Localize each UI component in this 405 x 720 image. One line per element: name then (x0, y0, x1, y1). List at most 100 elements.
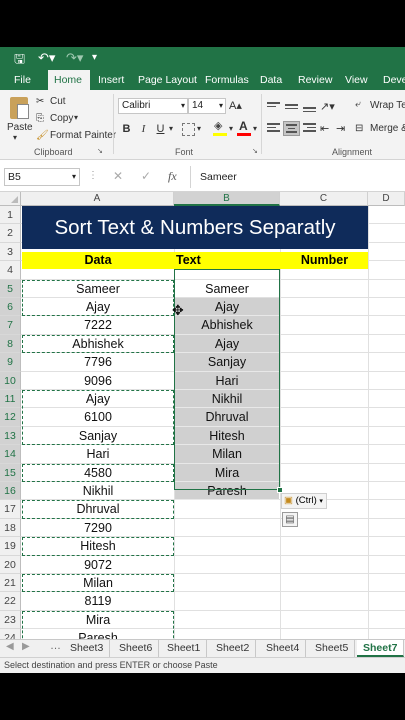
italic-button[interactable]: I (136, 122, 151, 137)
font-name-select[interactable]: Calibri ▾ (118, 98, 188, 114)
more-sheets-icon[interactable]: … (50, 640, 61, 652)
sheet-tab[interactable]: Sheet2 (210, 640, 257, 657)
column-header-c[interactable]: C (280, 192, 368, 206)
paste-options-button[interactable]: ▣ (Ctrl) ▾ (281, 493, 327, 509)
row-header[interactable]: 23 (0, 610, 21, 630)
clipboard-launcher-icon[interactable]: ↘ (97, 147, 103, 155)
cell-a[interactable]: 7222 (22, 316, 174, 334)
font-launcher-icon[interactable]: ↘ (252, 147, 258, 155)
cancel-icon[interactable]: ✕ (113, 169, 123, 183)
row-header[interactable]: 2 (0, 224, 21, 243)
row-header[interactable]: 21 (0, 574, 21, 593)
format-painter-button[interactable]: Format Painter (50, 130, 116, 141)
sheet-tab-active[interactable]: Sheet7 (357, 640, 405, 657)
indent-increase-icon[interactable]: ⇥ (336, 122, 345, 135)
prev-sheet-icon[interactable]: ◀ (6, 641, 14, 652)
paste-dropdown-icon[interactable]: ▾ (13, 133, 17, 142)
save-icon[interactable]: 🖫 (14, 50, 25, 72)
paste-button[interactable]: Paste (7, 122, 33, 133)
indent-decrease-icon[interactable]: ⇤ (320, 122, 329, 135)
column-header-b[interactable]: B (174, 192, 280, 206)
sheet-tab[interactable]: Sheet3 (64, 640, 111, 657)
cut-button[interactable]: Cut (50, 96, 66, 107)
underline-button[interactable]: U (153, 122, 168, 137)
row-header[interactable]: 1 (0, 206, 21, 225)
undo-icon[interactable]: ↶▾ (38, 50, 55, 66)
cell-a[interactable]: 8119 (22, 592, 174, 610)
row-header[interactable]: 11 (0, 390, 21, 409)
row-header[interactable]: 16 (0, 482, 21, 501)
cell-a[interactable]: 9096 (22, 372, 174, 390)
header-number[interactable]: Number (281, 252, 368, 269)
row-header[interactable]: 22 (0, 592, 21, 611)
align-bottom-icon[interactable] (301, 100, 318, 115)
font-size-select[interactable]: 14 ▾ (188, 98, 226, 114)
row-header[interactable]: 4 (0, 261, 21, 280)
formula-input[interactable]: Sameer (190, 166, 405, 188)
tab-developer[interactable]: Deve (377, 70, 405, 90)
underline-dropdown-icon[interactable]: ▾ (169, 124, 173, 133)
header-data[interactable]: Data (22, 252, 174, 269)
row-header[interactable]: 18 (0, 518, 21, 538)
tab-page-layout[interactable]: Page Layout (132, 70, 203, 90)
worksheet-grid[interactable]: A B C D 1 2 3 4 5 6 7 8 9 10 11 12 13 14 15 16 17 18 19 20 2… (0, 192, 405, 639)
tab-formulas[interactable]: Formulas (199, 70, 255, 90)
row-header[interactable]: 15 (0, 463, 21, 482)
fill-dropdown-icon[interactable]: ▾ (229, 124, 233, 133)
cell-a[interactable]: 9072 (22, 556, 174, 574)
row-header[interactable]: 8 (0, 334, 21, 354)
borders-dropdown-icon[interactable]: ▾ (197, 124, 201, 133)
increase-font-icon[interactable]: A▴ (229, 99, 242, 112)
row-header[interactable]: 10 (0, 371, 21, 390)
align-left-icon[interactable] (265, 121, 282, 136)
wrap-text-button[interactable]: Wrap Te (370, 100, 405, 111)
sheet-tab[interactable]: Sheet6 (113, 640, 160, 657)
tab-insert[interactable]: Insert (92, 70, 130, 90)
orientation-icon[interactable]: ↗▾ (320, 100, 335, 113)
row-header[interactable]: 13 (0, 426, 21, 446)
tab-data[interactable]: Data (254, 70, 288, 90)
next-sheet-icon[interactable]: ▶ (22, 641, 30, 652)
column-header-d[interactable]: D (368, 192, 405, 206)
fill-color-icon[interactable]: ◈ (212, 120, 228, 136)
align-center-icon[interactable] (283, 121, 300, 136)
row-header[interactable]: 9 (0, 353, 21, 372)
bold-button[interactable]: B (119, 122, 134, 137)
quick-analysis-icon[interactable]: ▤ (282, 512, 298, 527)
borders-icon[interactable] (182, 123, 195, 136)
paste-clipboard-icon[interactable] (8, 95, 30, 121)
tab-view[interactable]: View (339, 70, 374, 90)
tab-file[interactable]: File (8, 70, 37, 90)
align-middle-icon[interactable] (283, 100, 300, 115)
redo-icon[interactable]: ↷▾ (66, 50, 83, 66)
row-header[interactable]: 19 (0, 537, 21, 556)
header-text[interactable]: Text (175, 252, 205, 269)
enter-icon[interactable]: ✓ (141, 169, 151, 183)
select-all-corner[interactable] (0, 192, 21, 206)
sheet-tab[interactable]: Sheet5 (309, 640, 356, 657)
row-header[interactable]: 24 (0, 629, 21, 639)
row-header[interactable]: 6 (0, 298, 21, 317)
row-header[interactable]: 14 (0, 445, 21, 464)
align-right-icon[interactable] (301, 121, 318, 136)
insert-function-icon[interactable]: fx (168, 169, 177, 184)
cell-a[interactable]: 7290 (22, 519, 174, 537)
row-header[interactable]: 3 (0, 242, 21, 262)
copy-button[interactable]: Copy (50, 113, 73, 124)
row-header[interactable]: 5 (0, 279, 21, 298)
cell-a[interactable]: 7796 (22, 353, 174, 371)
font-color-icon[interactable]: A (237, 119, 251, 136)
font-color-dropdown-icon[interactable]: ▾ (253, 124, 257, 133)
row-header[interactable]: 17 (0, 500, 21, 519)
row-header[interactable]: 12 (0, 408, 21, 427)
cell-a[interactable]: Nikhil (22, 482, 174, 500)
align-top-icon[interactable] (265, 100, 282, 115)
customize-qat-icon[interactable]: ▾ (92, 52, 97, 63)
sheet-tab[interactable]: Sheet4 (260, 640, 307, 657)
row-header[interactable]: 7 (0, 316, 21, 335)
column-header-a[interactable]: A (21, 192, 174, 206)
tab-home[interactable]: Home (48, 70, 90, 90)
merge-button[interactable]: Merge & (370, 123, 405, 134)
tab-review[interactable]: Review (292, 70, 338, 90)
row-header[interactable]: 20 (0, 555, 21, 574)
